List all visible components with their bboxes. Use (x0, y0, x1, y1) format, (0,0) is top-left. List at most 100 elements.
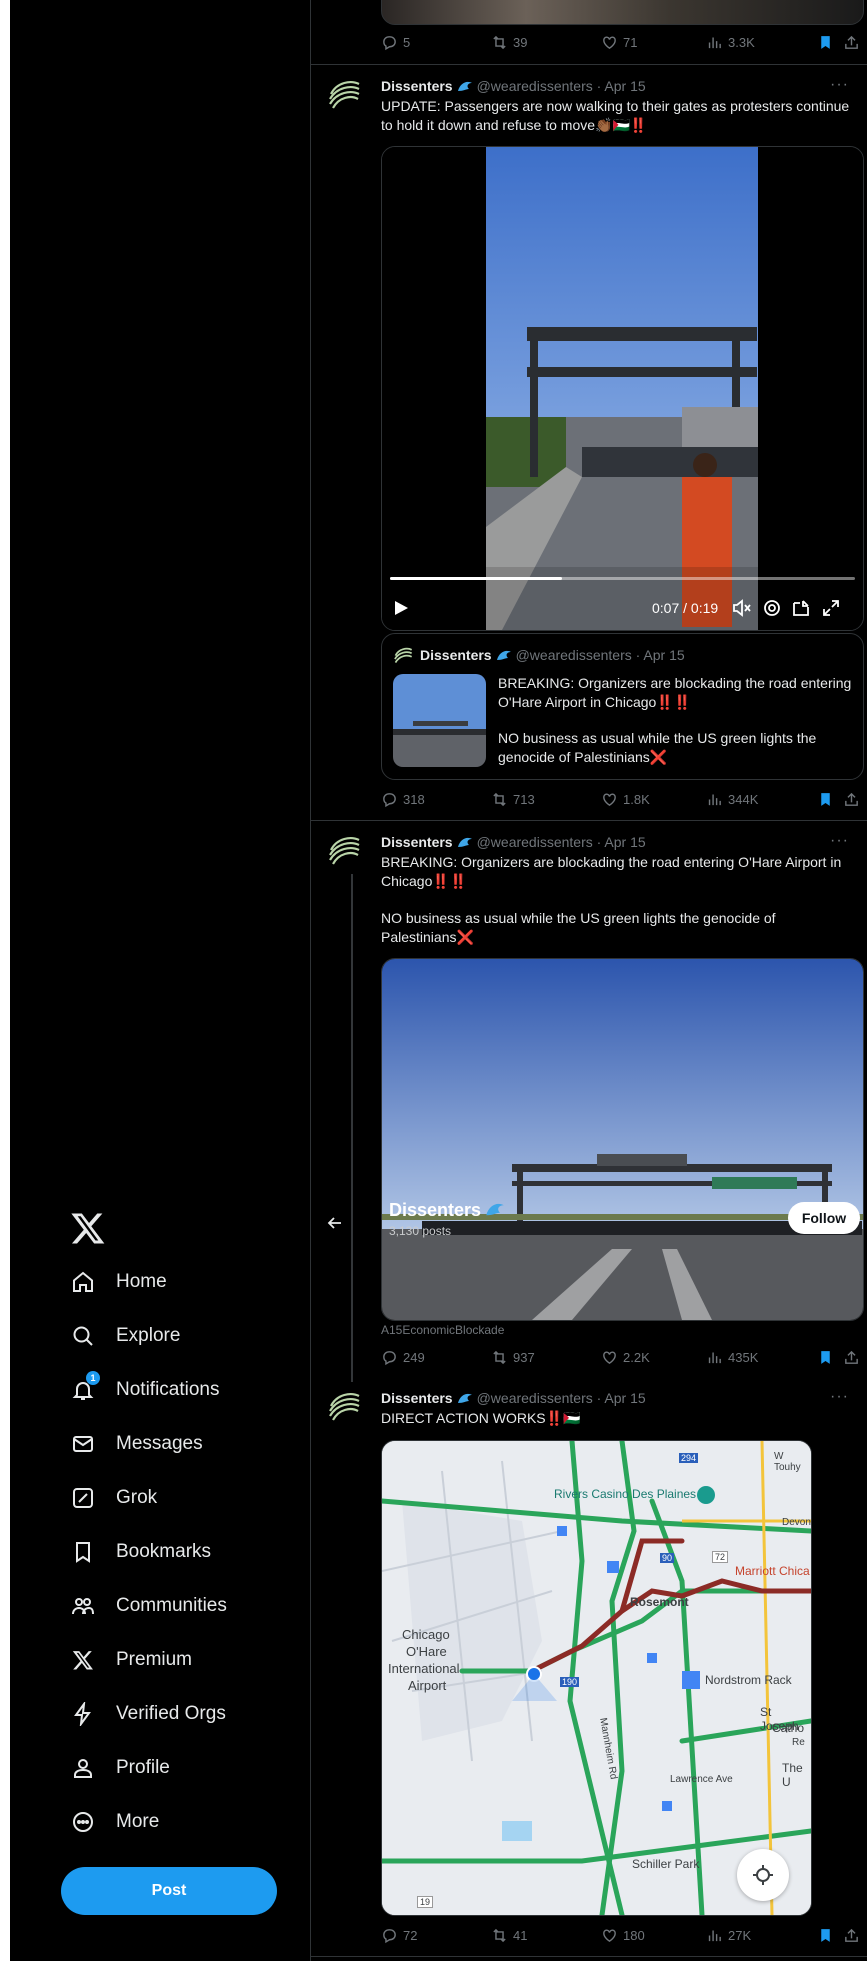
play-button[interactable] (392, 599, 410, 622)
play-icon (395, 601, 408, 615)
quoted-tweet[interactable]: Dissenters @wearedissenters · Apr 15 BREA… (381, 633, 864, 780)
nav-communities[interactable]: Communities (70, 1579, 227, 1633)
quoted-text-1: BREAKING: Organizers are blockading the … (498, 675, 852, 710)
views-button[interactable]: 344K (706, 791, 758, 808)
volume-muted-icon (733, 599, 751, 617)
like-count: 71 (623, 35, 638, 50)
video-time: 0:07 / 0:19 (652, 600, 719, 616)
envelope-icon (70, 1431, 96, 1457)
avatar[interactable] (325, 830, 363, 868)
map-image[interactable]: Rivers Casino Des Plaines Marriott Chica… (381, 1440, 812, 1916)
x-logo-icon[interactable] (70, 1210, 106, 1246)
bookmark-button[interactable] (817, 791, 834, 808)
tweet-date[interactable]: · Apr 15 (597, 834, 646, 850)
nav-explore[interactable]: Explore (70, 1309, 227, 1363)
share-button[interactable] (843, 34, 860, 51)
tweet-image-partial[interactable] (381, 0, 864, 25)
views-button[interactable]: 435K (706, 1349, 758, 1366)
primary-nav: Home Explore 1 Notifications Messages Gr… (70, 1255, 227, 1849)
map-labels: Rivers Casino Des Plaines Marriott Chica… (382, 1441, 811, 1915)
repost-button[interactable]: 937 (491, 1349, 535, 1366)
share-button[interactable] (843, 791, 860, 808)
bookmark-button[interactable] (817, 1349, 834, 1366)
avatar[interactable] (325, 74, 363, 112)
nav-home[interactable]: Home (70, 1255, 227, 1309)
nav-label: Verified Orgs (116, 1703, 226, 1724)
author-name[interactable]: Dissenters (381, 1390, 453, 1406)
map-label: Chicago (402, 1627, 450, 1642)
search-icon (70, 1323, 96, 1349)
timeline: 5 39 71 3.3K Dissenters @wearedissenters … (311, 0, 867, 1961)
author-handle[interactable]: @wearedissenters (477, 834, 593, 850)
tweet-divider (311, 1956, 867, 1957)
author-name[interactable]: Dissenters (381, 78, 453, 94)
author-handle[interactable]: @wearedissenters (477, 1390, 593, 1406)
repost-button[interactable]: 39 (491, 34, 527, 51)
video-progress-fill (390, 577, 563, 580)
author-handle[interactable]: @wearedissenters (477, 78, 593, 94)
video-progress-track[interactable] (390, 577, 855, 580)
share-icon (845, 1928, 858, 1942)
quoted-text-2: NO business as usual while the US green … (498, 730, 817, 765)
reply-button[interactable]: 72 (381, 1927, 417, 1944)
picture-in-picture-button[interactable] (792, 599, 810, 622)
reply-button[interactable]: 5 (381, 34, 410, 51)
nav-label: Communities (116, 1595, 227, 1616)
nav-bookmarks[interactable]: Bookmarks (70, 1525, 227, 1579)
nav-profile[interactable]: Profile (70, 1741, 227, 1795)
more-options-button[interactable]: ··· (830, 76, 849, 94)
bookmark-button[interactable] (817, 34, 834, 51)
like-button[interactable]: 71 (601, 34, 637, 51)
map-label: International (388, 1661, 460, 1676)
video-player[interactable]: 0:07 / 0:19 (381, 146, 864, 631)
settings-button[interactable] (763, 599, 781, 622)
follow-button[interactable]: Follow (788, 1202, 860, 1234)
tweet-header: Dissenters @wearedissenters · Apr 15 (381, 834, 646, 853)
tweet-date[interactable]: · Apr 15 (597, 78, 646, 94)
wave-emoji-icon (485, 1199, 505, 1224)
views-button[interactable]: 27K (706, 1927, 751, 1944)
repost-icon (493, 1350, 506, 1365)
repost-button[interactable]: 41 (491, 1927, 527, 1944)
bookmark-filled-icon (821, 1929, 830, 1942)
like-button[interactable]: 2.2K (601, 1349, 650, 1366)
reply-button[interactable]: 249 (381, 1349, 425, 1366)
avatar[interactable] (325, 1386, 363, 1424)
nav-messages[interactable]: Messages (70, 1417, 227, 1471)
share-button[interactable] (843, 1349, 860, 1366)
repost-button[interactable]: 713 (491, 791, 535, 808)
nav-notifications[interactable]: 1 Notifications (70, 1363, 227, 1417)
wave-emoji-icon (496, 647, 512, 666)
like-button[interactable]: 180 (601, 1927, 645, 1944)
reply-button[interactable]: 318 (381, 791, 425, 808)
share-icon (845, 35, 858, 49)
post-button[interactable]: Post (61, 1867, 277, 1915)
nav-more[interactable]: More (70, 1795, 227, 1849)
nav-verified-orgs[interactable]: Verified Orgs (70, 1687, 227, 1741)
repost-count: 713 (513, 792, 535, 807)
reply-icon (383, 793, 396, 808)
blockade-photo (382, 959, 863, 1320)
back-arrow-button[interactable] (325, 1213, 349, 1237)
tweet-date[interactable]: · Apr 15 (597, 1390, 646, 1406)
profile-hover-card[interactable]: Dissenters 3,130 posts Follow (382, 1199, 863, 1247)
more-options-button[interactable]: ··· (830, 1388, 849, 1406)
fullscreen-button[interactable] (822, 599, 840, 622)
share-button[interactable] (843, 1927, 860, 1944)
mute-button[interactable] (732, 599, 752, 622)
author-name[interactable]: Dissenters (381, 834, 453, 850)
like-button[interactable]: 1.8K (601, 791, 650, 808)
dissenters-logo-icon (325, 74, 363, 112)
map-label: Rosemont (630, 1595, 689, 1609)
tweet-image[interactable]: Dissenters 3,130 posts Follow (381, 958, 864, 1321)
bookmark-button[interactable] (817, 1927, 834, 1944)
tweet-date: · Apr 15 (635, 647, 685, 663)
author-name: Dissenters (420, 647, 492, 663)
recenter-button[interactable] (737, 1849, 789, 1901)
nav-premium[interactable]: Premium (70, 1633, 227, 1687)
thread-line (351, 874, 353, 1382)
reply-icon (383, 36, 396, 51)
more-options-button[interactable]: ··· (830, 832, 849, 850)
views-button[interactable]: 3.3K (706, 34, 755, 51)
nav-grok[interactable]: Grok (70, 1471, 227, 1525)
